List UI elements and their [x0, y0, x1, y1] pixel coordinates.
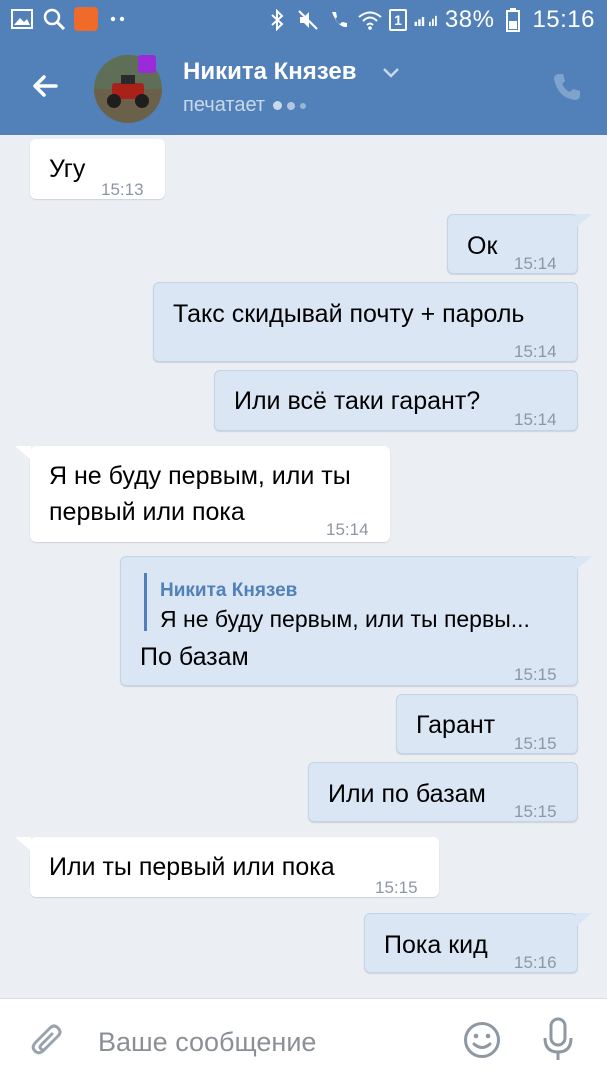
message-input[interactable]: [96, 1021, 440, 1063]
message-text: Ок: [467, 232, 498, 260]
message-time: 15:16: [514, 953, 557, 972]
wifi-calling-icon: [327, 8, 351, 32]
message-outgoing[interactable]: Ок 15:14: [447, 214, 592, 274]
back-arrow-icon[interactable]: [26, 66, 66, 106]
typing-status: печатает: [183, 94, 307, 117]
message-outgoing[interactable]: Или по базам 15:15: [308, 762, 578, 822]
reply-quote-bar: [144, 573, 147, 631]
battery-percent: 38%: [444, 6, 495, 33]
message-outgoing[interactable]: Гарант 15:15: [396, 694, 578, 754]
search-icon: [42, 7, 66, 31]
gallery-icon: [10, 7, 34, 31]
message-incoming[interactable]: Я не буду первым, или ты первый или пока…: [15, 446, 390, 542]
microphone-icon[interactable]: [540, 1016, 576, 1064]
bluetooth-icon: [265, 8, 289, 32]
message-text: Или ты первый или пока: [49, 853, 335, 881]
message-time: 15:15: [375, 878, 418, 897]
mute-icon: [296, 8, 320, 32]
message-composer: [0, 998, 607, 1081]
message-time: 15:14: [326, 520, 369, 539]
message-time: 15:14: [514, 254, 557, 273]
message-time: 15:14: [514, 410, 557, 429]
message-outgoing[interactable]: Такс скидывай почту + пароль 15:14: [153, 282, 578, 362]
avatar-badge-icon: [138, 55, 156, 73]
chevron-down-icon[interactable]: [382, 66, 400, 80]
message-time: 15:13: [101, 180, 144, 199]
message-text-line: Я не буду первым, или ты: [49, 462, 351, 490]
message-text: Такс скидывай почту + пароль: [173, 300, 525, 328]
sim-icon: 1: [389, 9, 407, 31]
attach-icon[interactable]: [30, 1021, 66, 1061]
wifi-icon: [358, 8, 382, 32]
message-text: Или по базам: [328, 780, 486, 808]
message-time: 15:15: [514, 734, 557, 753]
reply-text: Я не буду первым, или ты первы...: [160, 606, 530, 632]
phone-icon[interactable]: [552, 72, 582, 102]
bubble-tail: [576, 214, 592, 228]
message-time: 15:15: [514, 802, 557, 821]
message-outgoing-reply[interactable]: Никита Князев Я не буду первым, или ты п…: [120, 556, 592, 686]
bubble-tail: [576, 913, 592, 927]
bubble-tail: [15, 446, 31, 460]
message-text: Гарант: [416, 711, 496, 739]
message-outgoing[interactable]: Пока кид 15:16: [364, 913, 592, 973]
signal-icon: [414, 8, 438, 32]
message-time: 15:15: [514, 665, 557, 684]
message-text: Пока кид: [384, 931, 488, 959]
message-text: По базам: [140, 643, 249, 671]
message-incoming[interactable]: Или ты первый или пока 15:15: [15, 837, 439, 897]
message-text: Или всё таки гарант?: [234, 387, 481, 415]
message-time: 15:14: [514, 342, 557, 361]
message-text-line: первый или пока: [49, 498, 245, 526]
bubble-tail: [576, 556, 592, 570]
message-outgoing[interactable]: Или всё таки гарант? 15:14: [214, 370, 578, 431]
battery-icon: [501, 8, 525, 32]
bubble-tail: [15, 837, 31, 851]
typing-dots-icon: [273, 101, 307, 110]
more-dots-icon: [106, 7, 130, 31]
message-incoming[interactable]: Угу 15:13: [30, 139, 165, 199]
message-text: Угу: [49, 155, 86, 183]
status-time: 15:16: [532, 6, 595, 33]
app-notification-icon: [74, 7, 98, 31]
typing-label: печатает: [183, 94, 266, 116]
emoji-icon[interactable]: [463, 1021, 501, 1059]
status-bar: 1 38% 15:16: [0, 0, 607, 40]
contact-name[interactable]: Никита Князев: [183, 58, 356, 86]
chat-header: Никита Князев печатает: [0, 40, 607, 135]
